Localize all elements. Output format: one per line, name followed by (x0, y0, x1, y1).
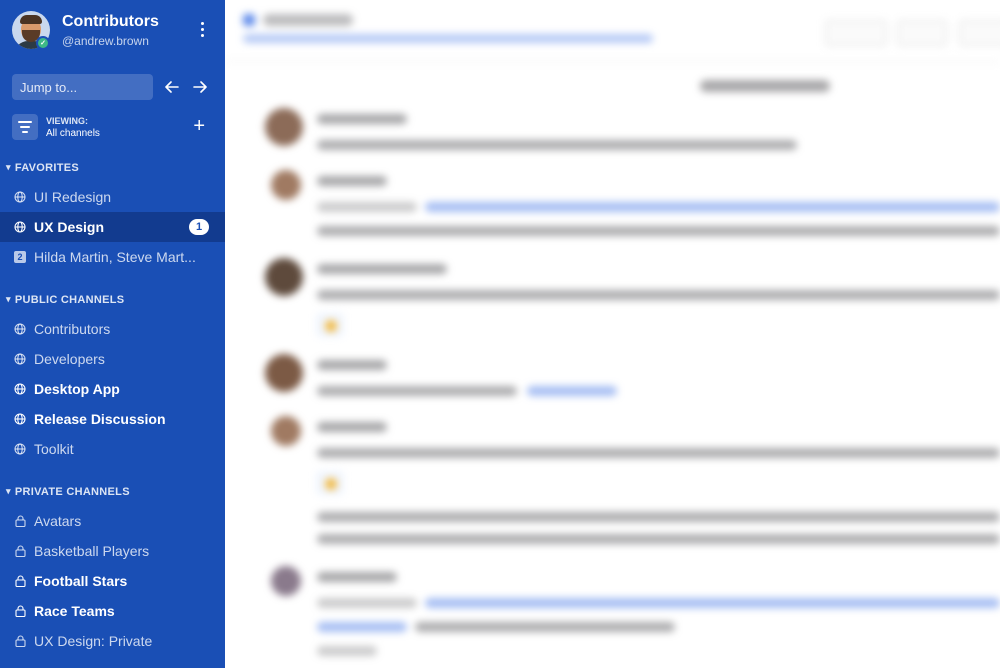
globe-icon (14, 221, 26, 233)
sidebar-item-avatars[interactable]: Avatars (0, 506, 225, 536)
channel-header (225, 0, 1000, 62)
globe-icon (14, 443, 26, 455)
globe-icon (14, 323, 26, 335)
team-header[interactable]: ✓ Contributors @andrew.brown (0, 0, 225, 60)
main-menu-icon[interactable] (201, 22, 205, 37)
viewing-label: VIEWING: (46, 115, 88, 126)
lock-icon (14, 605, 26, 617)
section-header-favorites[interactable]: ▾ FAVORITES (0, 160, 225, 176)
sidebar-item-desktop-app[interactable]: Desktop App (0, 374, 225, 404)
blurred-content (225, 0, 1000, 668)
sidebar: ✓ Contributors @andrew.brown Jump to... … (0, 0, 225, 668)
group-dm-icon: 2 (14, 251, 26, 263)
lock-icon (14, 575, 26, 587)
jump-to-input[interactable]: Jump to... (12, 74, 153, 100)
section-header-private-channels[interactable]: ▾ PRIVATE CHANNELS (0, 484, 225, 500)
sidebar-item-toolkit[interactable]: Toolkit (0, 434, 225, 464)
filter-icon[interactable] (12, 114, 38, 140)
sidebar-item-group-dm[interactable]: 2 Hilda Martin, Steve Mart... (0, 242, 225, 272)
sidebar-item-ui-redesign[interactable]: UI Redesign (0, 182, 225, 212)
globe-icon (14, 191, 26, 203)
chevron-down-icon: ▾ (6, 161, 11, 172)
message-pane (225, 0, 1000, 668)
username: @andrew.brown (62, 33, 149, 48)
viewing-value[interactable]: All channels (46, 128, 100, 139)
unread-badge: 1 (189, 219, 209, 235)
sidebar-item-contributors[interactable]: Contributors (0, 314, 225, 344)
sidebar-item-ux-design-private[interactable]: UX Design: Private (0, 626, 225, 656)
globe-icon (14, 383, 26, 395)
sidebar-item-race-teams[interactable]: Race Teams (0, 596, 225, 626)
sidebar-item-developers[interactable]: Developers (0, 344, 225, 374)
add-channel-icon[interactable]: + (193, 116, 205, 136)
chevron-down-icon: ▾ (6, 293, 11, 304)
section-header-public-channels[interactable]: ▾ PUBLIC CHANNELS (0, 292, 225, 308)
back-arrow-icon[interactable] (159, 74, 185, 100)
globe-icon (14, 413, 26, 425)
sidebar-item-football-stars[interactable]: Football Stars (0, 566, 225, 596)
lock-icon (14, 545, 26, 557)
team-name: Contributors (62, 12, 159, 30)
sidebar-item-release-discussion[interactable]: Release Discussion (0, 404, 225, 434)
lock-icon (14, 635, 26, 647)
forward-arrow-icon[interactable] (187, 74, 213, 100)
sidebar-item-basketball-players[interactable]: Basketball Players (0, 536, 225, 566)
lock-icon (14, 515, 26, 527)
online-status-icon: ✓ (36, 36, 50, 50)
chevron-down-icon: ▾ (6, 485, 11, 496)
sidebar-item-ux-design[interactable]: UX Design 1 (0, 212, 225, 242)
globe-icon (14, 353, 26, 365)
